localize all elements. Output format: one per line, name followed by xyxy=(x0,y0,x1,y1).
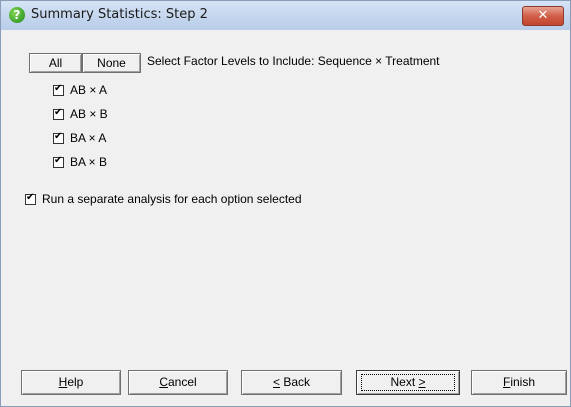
back-button[interactable]: < Back xyxy=(241,370,342,395)
close-button[interactable]: ✕ xyxy=(522,6,564,26)
factor-level-label: BA × B xyxy=(70,155,108,169)
checkbox-checked-icon[interactable] xyxy=(53,107,64,120)
checkbox-checked-icon[interactable] xyxy=(53,155,64,168)
help-button[interactable]: Help xyxy=(21,370,121,395)
select-all-button[interactable]: All xyxy=(29,53,82,73)
cancel-button[interactable]: Cancel xyxy=(128,370,228,395)
factor-level-item[interactable]: BA × B xyxy=(53,154,107,170)
checkbox-checked-icon[interactable] xyxy=(53,131,64,144)
dialog-window: ? Summary Statistics: Step 2 ✕ All None … xyxy=(0,0,571,407)
factor-level-label: AB × B xyxy=(70,107,108,121)
focus-ring xyxy=(361,374,455,391)
separate-analysis-option[interactable]: Run a separate analysis for each option … xyxy=(25,191,302,207)
window-title: Summary Statistics: Step 2 xyxy=(31,7,208,22)
title-bar[interactable]: ? Summary Statistics: Step 2 ✕ xyxy=(1,1,570,30)
factor-level-item[interactable]: AB × A xyxy=(53,82,107,98)
help-question-icon: ? xyxy=(9,7,25,23)
factor-level-item[interactable]: BA × A xyxy=(53,130,106,146)
checkbox-checked-icon[interactable] xyxy=(25,192,36,205)
checkbox-checked-icon[interactable] xyxy=(53,83,64,96)
factor-level-label: BA × A xyxy=(70,131,107,145)
factor-level-item[interactable]: AB × B xyxy=(53,106,108,122)
factor-levels-instruction: Select Factor Levels to Include: Sequenc… xyxy=(147,54,440,68)
factor-level-label: AB × A xyxy=(70,83,108,97)
dialog-content: All None Select Factor Levels to Include… xyxy=(1,30,570,406)
next-button[interactable]: Next > xyxy=(356,370,460,395)
separate-analysis-label: Run a separate analysis for each option … xyxy=(42,192,302,206)
close-icon: ✕ xyxy=(537,8,549,23)
select-none-button[interactable]: None xyxy=(82,53,141,73)
finish-button[interactable]: Finish xyxy=(471,370,567,395)
